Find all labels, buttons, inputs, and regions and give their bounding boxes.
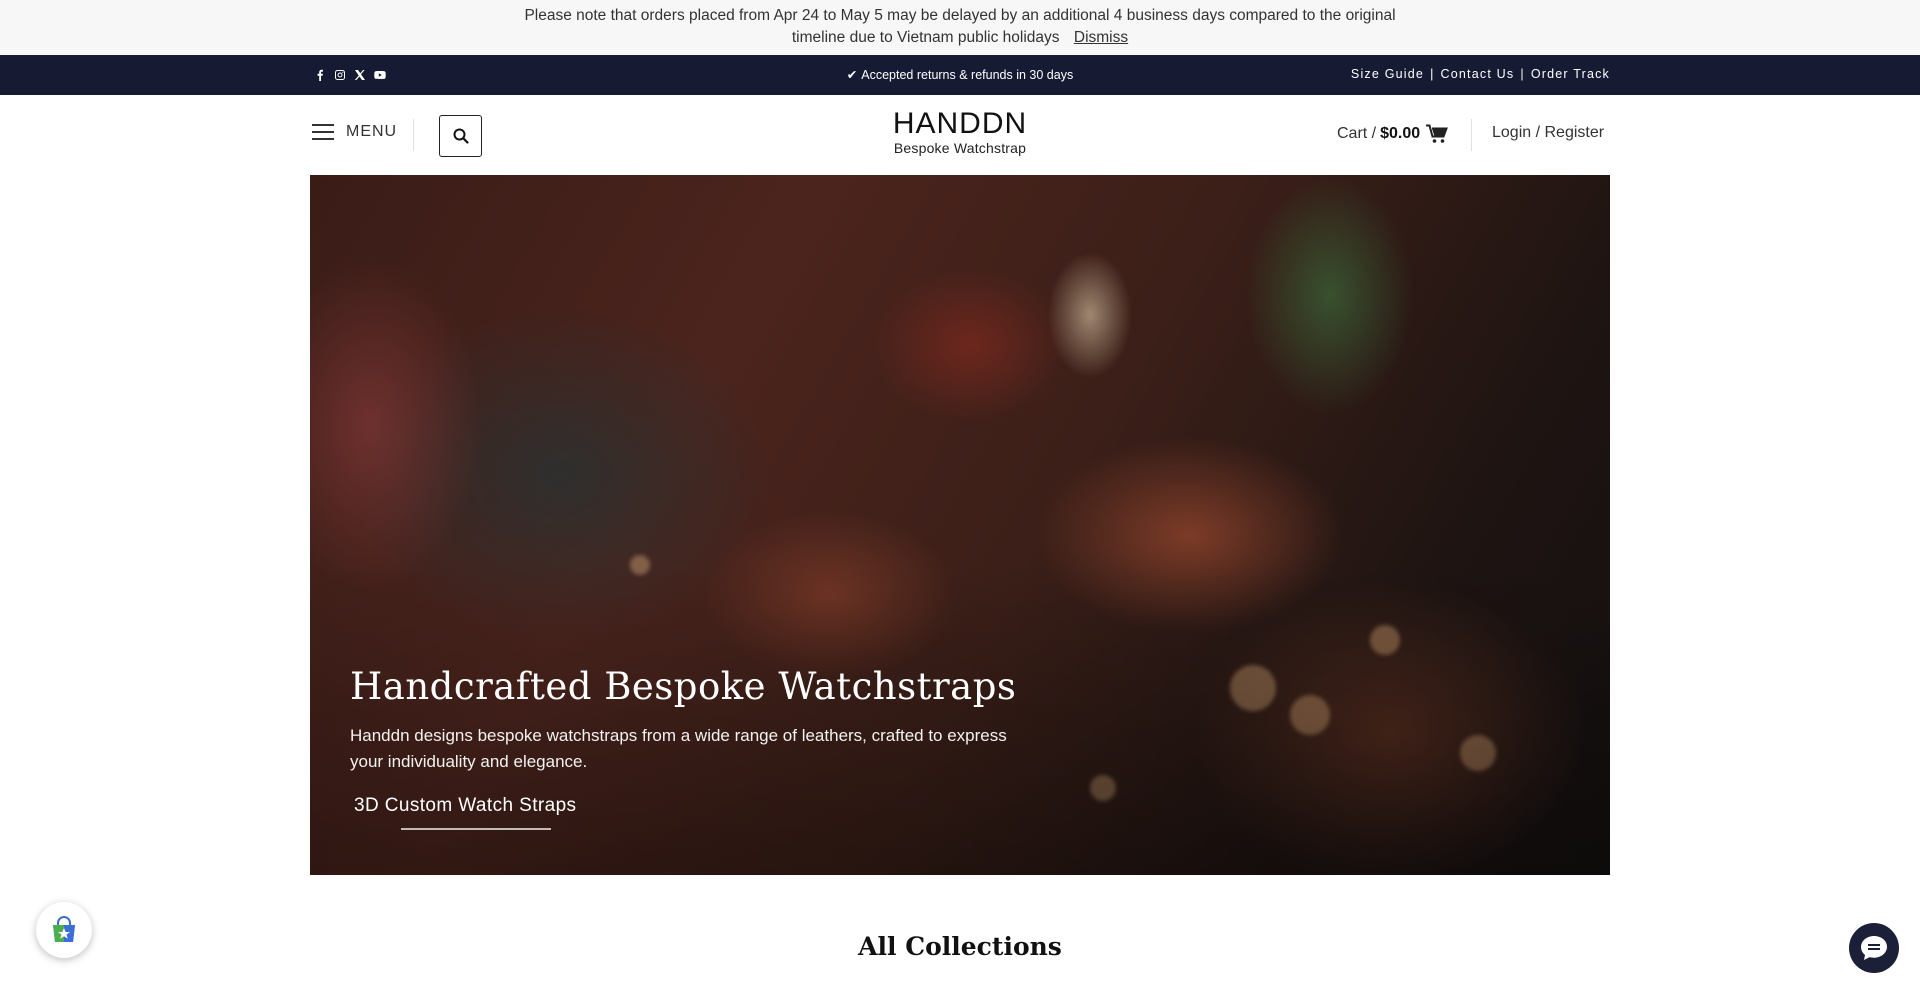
size-guide-link[interactable]: Size Guide: [1351, 67, 1424, 81]
logo-tagline: Bespoke Watchstrap: [893, 140, 1027, 156]
menu-label: MENU: [346, 123, 398, 140]
link-separator: |: [1430, 67, 1435, 81]
site-logo[interactable]: HANDDN Bespoke Watchstrap: [860, 107, 1060, 157]
header-divider: [413, 119, 414, 151]
cart-label: Cart /: [1337, 125, 1377, 142]
shopping-bag-widget-button[interactable]: [36, 902, 92, 958]
cta-underline: [401, 828, 551, 830]
hero-banner: Handcrafted Bespoke Watchstraps Handdn d…: [310, 175, 1610, 875]
checkmark-icon: ✔: [846, 68, 858, 82]
cart-icon: [1426, 124, 1449, 143]
hamburger-icon: [312, 124, 334, 140]
top-links: Size Guide | Contact Us | Order Track: [1351, 67, 1610, 81]
logo-brand: HANDDN: [892, 107, 1028, 140]
promo-message: ✔ Accepted returns & refunds in 30 days: [0, 67, 1920, 82]
hero-description: Handdn designs bespoke watchstraps from …: [350, 726, 1007, 771]
shopping-bag-icon: [53, 916, 75, 942]
dismiss-link[interactable]: Dismiss: [1074, 29, 1128, 46]
contact-us-link[interactable]: Contact Us: [1441, 67, 1515, 81]
menu-button[interactable]: MENU: [312, 123, 397, 141]
top-bar: ✔ Accepted returns & refunds in 30 days S…: [0, 55, 1920, 95]
notice-bar: Please note that orders placed from Apr …: [0, 0, 1920, 55]
search-icon: [453, 128, 469, 144]
chat-icon: [1861, 936, 1887, 960]
cart-link[interactable]: Cart / $0.00: [1337, 124, 1449, 144]
search-button[interactable]: [439, 115, 482, 157]
header-divider: [1471, 119, 1472, 151]
link-separator: |: [1520, 67, 1525, 81]
promo-text: Accepted returns & refunds in 30 days: [861, 68, 1074, 82]
cart-total: $0.00: [1380, 125, 1421, 142]
hero-title: Handcrafted Bespoke Watchstraps: [350, 665, 1017, 708]
site-header: MENU HANDDN Bespoke Watchstrap Cart / $0…: [0, 95, 1920, 175]
order-track-link[interactable]: Order Track: [1531, 67, 1610, 81]
chat-button[interactable]: [1849, 923, 1899, 973]
notice-text-line2: timeline due to Vietnam public holidays: [791, 29, 1060, 46]
collections-heading: All Collections: [858, 932, 1062, 961]
login-register-link[interactable]: Login / Register: [1492, 124, 1604, 142]
custom-straps-button[interactable]: 3D Custom Watch Straps: [354, 795, 576, 817]
notice-text-line1: Please note that orders placed from Apr …: [524, 7, 1396, 24]
